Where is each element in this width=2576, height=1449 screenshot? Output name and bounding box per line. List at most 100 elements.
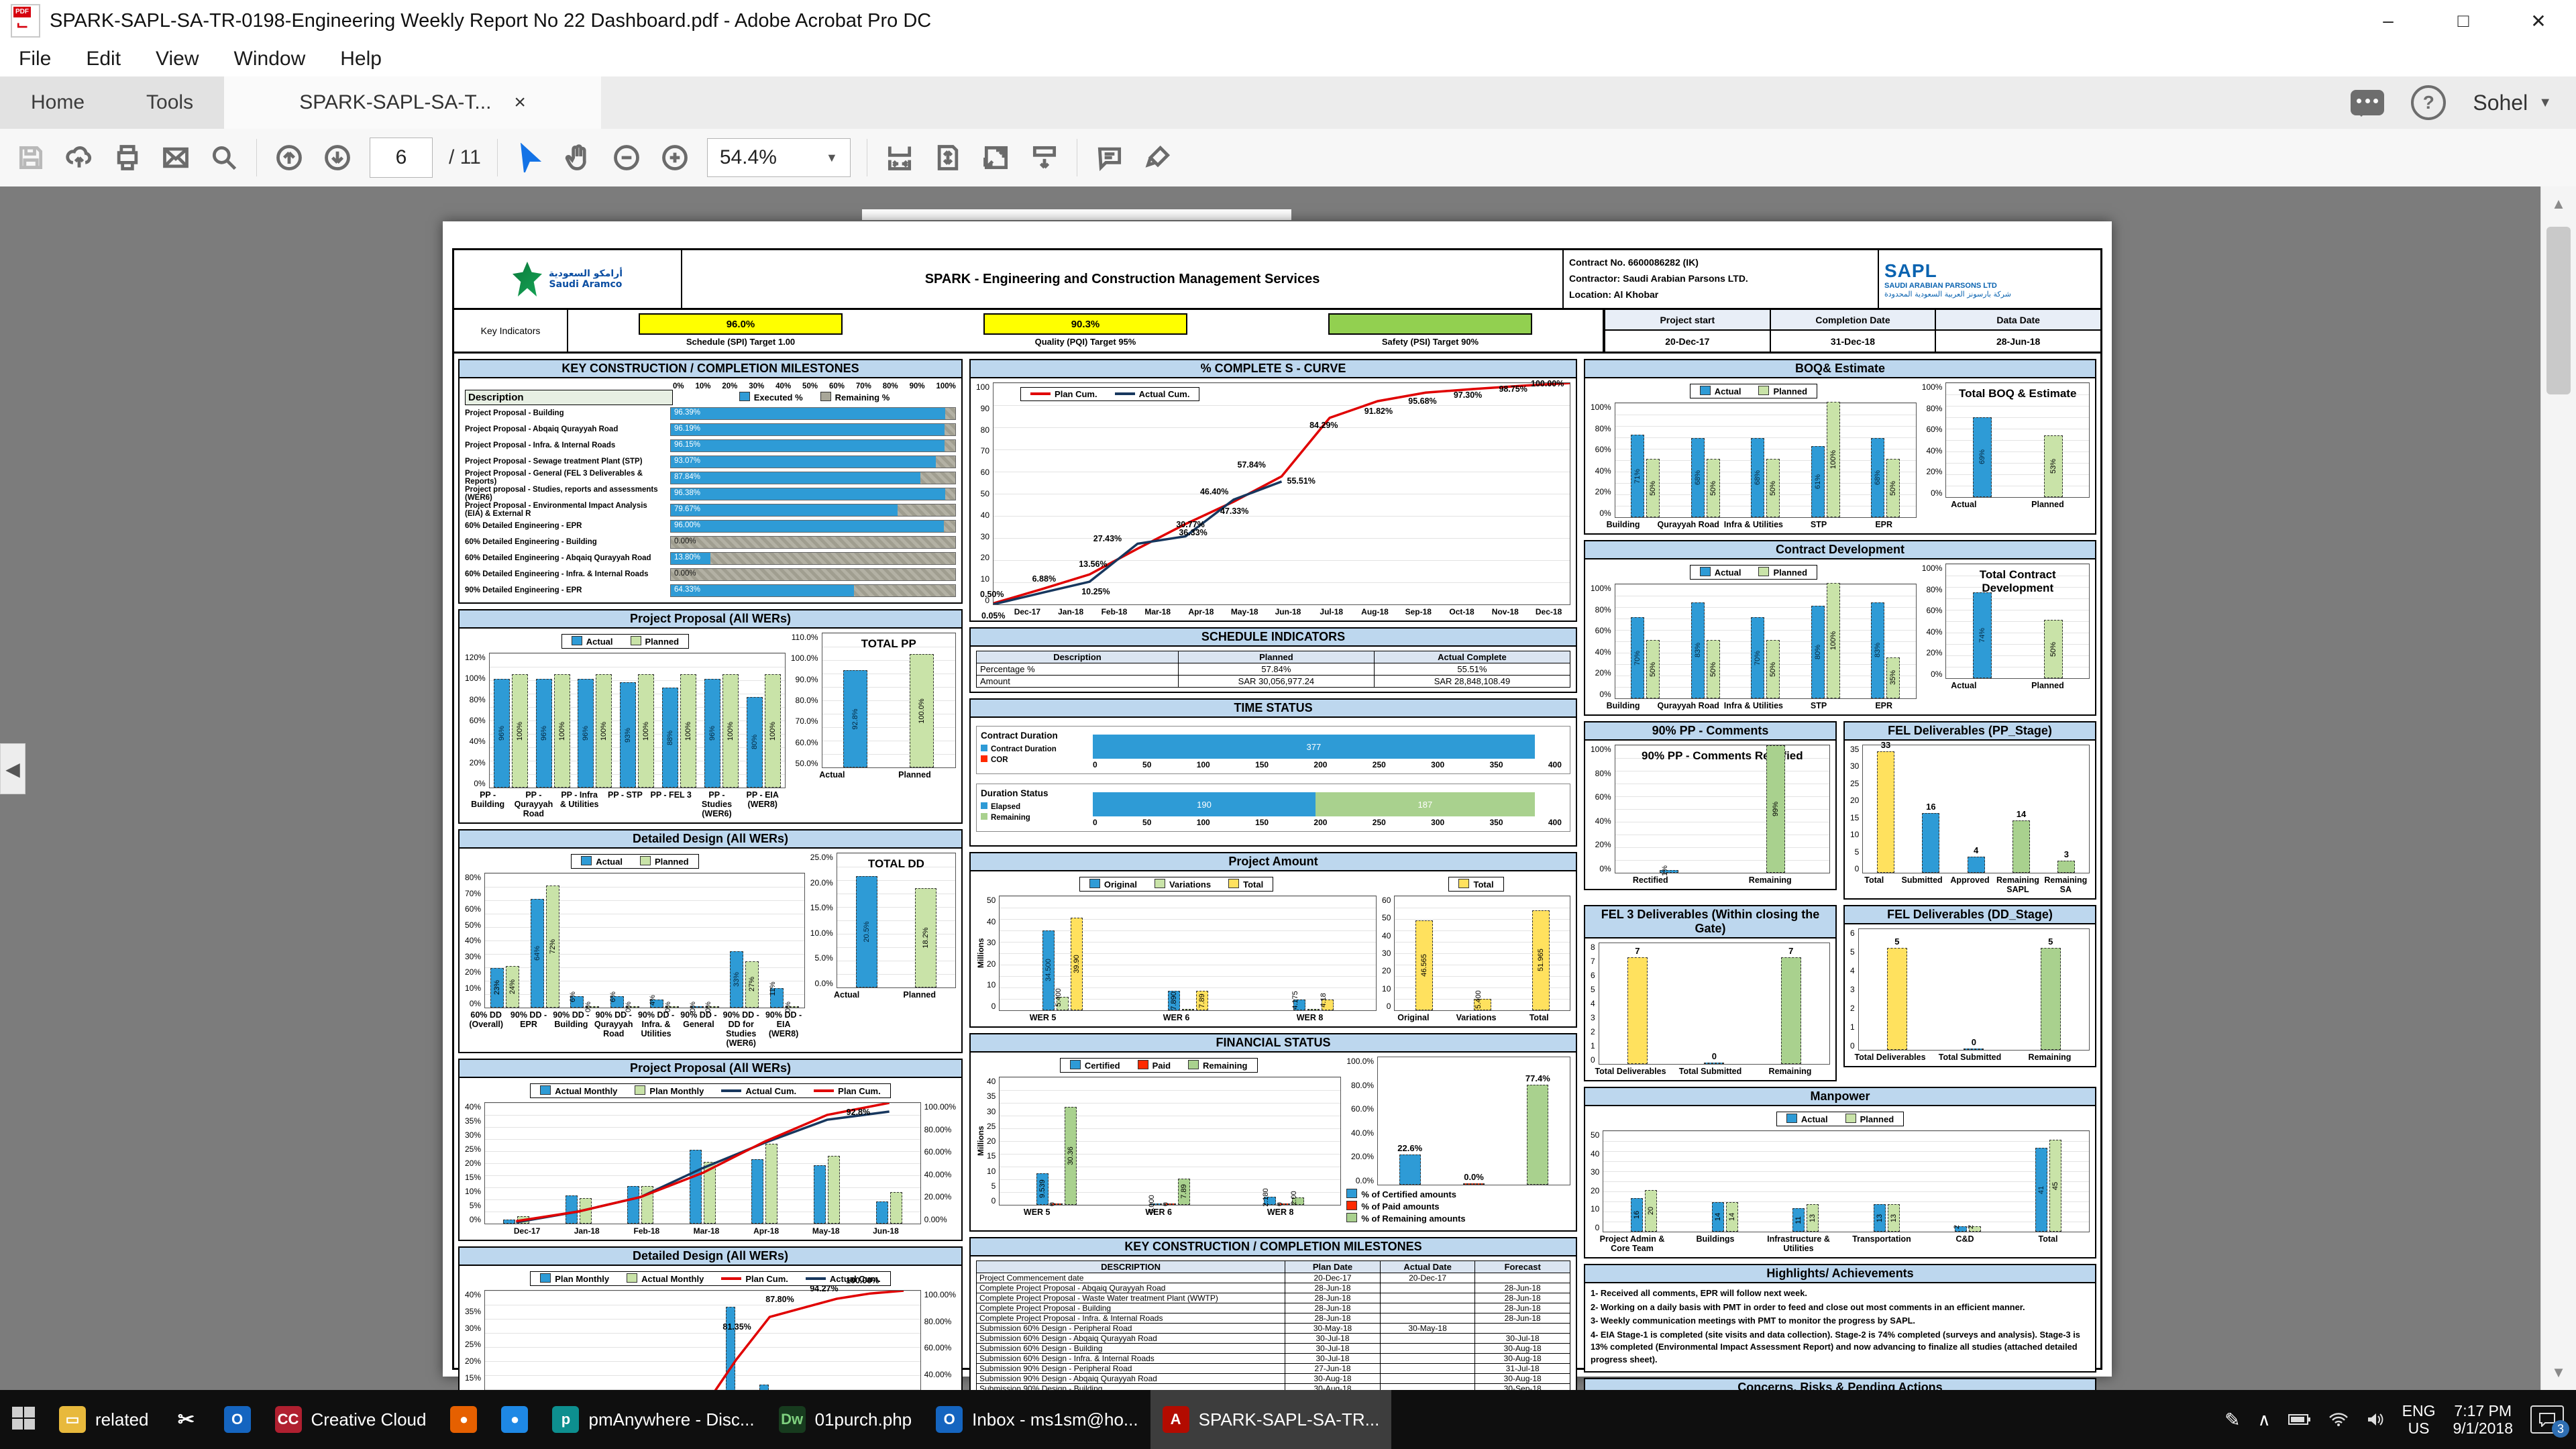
save-icon[interactable] (15, 142, 47, 174)
bar: 0 (1164, 1203, 1176, 1205)
bar-group: 46.565 (1415, 896, 1433, 1010)
plot-area: Total Contract Development74%50% (1945, 564, 2090, 679)
search-icon[interactable] (208, 142, 240, 174)
axis-tick: 15.0% (810, 903, 833, 912)
share-cloud-icon[interactable] (63, 142, 95, 174)
highlighter-icon[interactable] (1142, 142, 1174, 174)
bar-group: 80%100% (747, 653, 781, 788)
zoom-out-icon[interactable] (610, 142, 643, 174)
axis-ticks: 0%10%20%30%40%50%60%70%80%90%100% (673, 382, 956, 390)
tab-close-icon[interactable]: × (514, 91, 526, 114)
table-cell (1380, 1344, 1475, 1354)
wifi-icon[interactable] (2328, 1412, 2349, 1427)
axis-tick: 0 (1850, 1041, 1855, 1051)
volume-icon[interactable] (2366, 1412, 2385, 1427)
taskbar-item-pmanywhere-disc-[interactable]: ppmAnywhere - Disc... (540, 1390, 766, 1449)
axis-tick: Sep-18 (1397, 607, 1440, 616)
axis-tick: 80% (1926, 404, 1942, 413)
menu-window[interactable]: Window (234, 48, 306, 70)
page-number-input[interactable] (370, 138, 433, 178)
tab-document[interactable]: SPARK-SAPL-SA-T... × (224, 76, 601, 129)
bar: 100% (512, 674, 528, 788)
previous-page-icon[interactable] (273, 142, 305, 174)
scroll-down-icon[interactable]: ▼ (2541, 1355, 2576, 1390)
next-page-icon[interactable] (321, 142, 354, 174)
bar: 5.400 (1057, 997, 1069, 1010)
taskbar-item-inbox-ms1sm-ho-[interactable]: OInbox - ms1sm@ho... (924, 1390, 1150, 1449)
axis-tick: 100.00% (924, 1102, 956, 1112)
close-button[interactable]: ✕ (2501, 0, 2576, 42)
user-menu[interactable]: Sohel ▼ (2473, 91, 2552, 115)
table-cell: 30-Aug-18 (1475, 1374, 1570, 1384)
column-header: Planned (1178, 651, 1374, 663)
table-cell: 27-Jun-18 (1285, 1364, 1381, 1374)
category-label: Qurayyah Road (1656, 701, 1721, 710)
table-row: Percentage %57.84%55.51% (977, 663, 1570, 676)
bars: 20.5%18.2% (837, 853, 955, 987)
menu-edit[interactable]: Edit (86, 48, 121, 70)
minimize-button[interactable]: – (2351, 0, 2426, 42)
category-labels: TotalSubmittedApprovedRemaining SAPLRema… (1850, 875, 2090, 894)
taskbar-item-01purch-php[interactable]: Dw01purch.php (767, 1390, 924, 1449)
language-indicator[interactable]: ENGUS (2402, 1402, 2436, 1438)
tab-home[interactable]: Home (0, 76, 115, 129)
table-cell: Percentage % (977, 663, 1179, 676)
taskbar-item-appblue[interactable]: ● (489, 1390, 540, 1449)
section-header: FEL 3 Deliverables (Within closing the G… (1584, 905, 1837, 938)
hbar-header: Description0%10%20%30%40%50%60%70%80%90%… (465, 382, 956, 405)
scrollbar[interactable]: ▲ ▼ (2540, 186, 2576, 1390)
help-icon[interactable]: ? (2411, 85, 2446, 120)
taskbar-item-snip[interactable]: ✂ (161, 1390, 212, 1449)
scroll-up-icon[interactable]: ▲ (2541, 186, 2576, 221)
print-icon[interactable] (111, 142, 144, 174)
taskbar-item-outlook[interactable]: O (212, 1390, 263, 1449)
chart-boq_total: 100%80%60%40%20%0%Total BOQ & Estimate69… (1922, 382, 2090, 498)
taskbar-item-firefox[interactable]: ● (438, 1390, 489, 1449)
acrobat-window: PDF⌙ SPARK-SAPL-SA-TR-0198-Engineering W… (0, 0, 2576, 1449)
y-axis-title: Millions (976, 1077, 985, 1205)
scrollbar-thumb[interactable] (2546, 227, 2571, 394)
toolbar-menu-icon[interactable] (1028, 142, 1061, 174)
table-cell: Submission 60% Design - Building (977, 1344, 1285, 1354)
bar-value: 13 (1876, 1214, 1884, 1222)
previous-page-arrow[interactable]: ◀ (0, 743, 25, 794)
fit-page-icon[interactable] (932, 142, 964, 174)
axis-tick: 60% (1595, 626, 1611, 635)
bar-value: 50% (2049, 641, 2057, 656)
axis-tick: 1 (1591, 1041, 1595, 1051)
bar-value: 2.00 (1290, 1191, 1298, 1205)
plot-area: Total BOQ & Estimate69%53% (1945, 382, 2090, 498)
plot-area: 23%24%64%72%6%0%6%0%4%0%0%0%33%27%11%0% (484, 873, 805, 1008)
comments-panel-icon[interactable] (2351, 90, 2384, 115)
fit-width-icon[interactable] (883, 142, 916, 174)
maximize-button[interactable]: □ (2426, 0, 2501, 42)
axis-tick: 50 (981, 489, 989, 498)
tray-chevron-icon[interactable]: ∧ (2258, 1409, 2271, 1430)
menu-view[interactable]: View (156, 48, 199, 70)
battery-icon[interactable] (2288, 1413, 2311, 1426)
fullscreen-icon[interactable] (980, 142, 1012, 174)
tab-tools[interactable]: Tools (115, 76, 224, 129)
start-button[interactable] (0, 1389, 47, 1449)
zoom-level-select[interactable]: 54.4%▼ (707, 138, 851, 177)
comment-icon[interactable] (1093, 142, 1126, 174)
email-icon[interactable] (160, 142, 192, 174)
menu-help[interactable]: Help (340, 48, 382, 70)
pen-icon[interactable]: ✎ (2224, 1409, 2240, 1431)
axis-tick: 40% (465, 936, 481, 945)
select-tool-icon[interactable] (514, 142, 546, 174)
bar: 50% (1646, 640, 1660, 698)
taskbar-item-creative-cloud[interactable]: CCCreative Cloud (263, 1390, 439, 1449)
bar-value: 61% (1814, 474, 1822, 489)
zoom-in-icon[interactable] (659, 142, 691, 174)
notification-center-icon[interactable]: 3 (2530, 1405, 2564, 1434)
taskbar-item-related[interactable]: ▭related (47, 1390, 161, 1449)
category-label: Original (1382, 1013, 1445, 1022)
bar-value: 0.00% (674, 537, 696, 545)
section-body: ActualPlanned100%80%60%40%20%0%70%50%83%… (1584, 559, 2096, 716)
menu-file[interactable]: File (19, 48, 51, 70)
hand-tool-icon[interactable] (562, 142, 594, 174)
taskbar-item-spark-sapl-sa-tr-[interactable]: ASPARK-SAPL-SA-TR... (1150, 1390, 1392, 1449)
axis-tick: 25% (465, 1340, 481, 1349)
clock[interactable]: 7:17 PM9/1/2018 (2453, 1402, 2513, 1438)
